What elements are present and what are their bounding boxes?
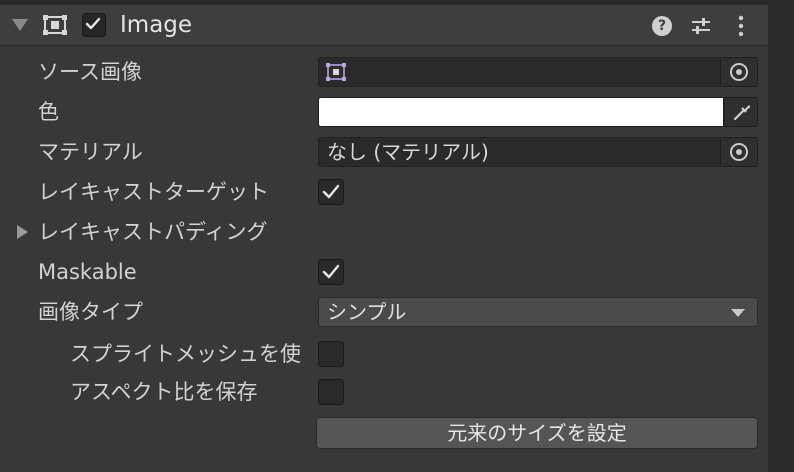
material-value: なし (マテリアル) (327, 140, 489, 164)
image-component-icon (43, 15, 67, 35)
maskable-checkbox[interactable] (318, 259, 344, 285)
preserve-aspect-label: アスペクト比を保存 (70, 380, 258, 404)
eyedropper-button[interactable] (724, 97, 758, 127)
raycast-padding-label[interactable]: レイキャストパディング (38, 214, 268, 250)
eyedropper-icon (733, 105, 751, 121)
image-type-label: 画像タイプ (38, 300, 143, 324)
material-picker-button[interactable] (720, 138, 757, 166)
use-sprite-mesh-label: スプライトメッシュを使 (70, 342, 301, 366)
context-menu-icon[interactable] (734, 14, 748, 38)
checkmark-icon (322, 264, 340, 279)
row-material: マテリアル なし (マテリアル) (0, 134, 768, 170)
component-header[interactable]: Image ? (0, 5, 768, 46)
dropdown-caret-icon (731, 309, 745, 317)
use-sprite-mesh-checkbox[interactable] (318, 341, 344, 367)
set-native-size-button[interactable]: 元来のサイズを設定 (316, 417, 758, 449)
expand-arrow-icon[interactable] (17, 225, 28, 239)
component-enabled-checkbox[interactable] (82, 13, 106, 37)
raycast-target-checkbox[interactable] (318, 179, 344, 205)
row-maskable: Maskable (0, 254, 768, 290)
row-source-image: ソース画像 (0, 54, 768, 90)
help-icon[interactable]: ? (652, 16, 672, 36)
row-raycast-padding[interactable]: レイキャストパディング (0, 214, 768, 250)
scrollbar-track[interactable] (768, 0, 794, 472)
checkmark-icon (85, 17, 101, 30)
row-color: 色 (0, 94, 768, 130)
maskable-label: Maskable (38, 260, 137, 284)
row-preserve-aspect: アスペクト比を保存 (0, 374, 768, 410)
row-use-sprite-mesh: スプライトメッシュを使 (0, 336, 768, 372)
image-type-dropdown[interactable]: シンプル (318, 297, 758, 327)
object-picker-button[interactable] (720, 58, 757, 86)
checkmark-icon (322, 184, 340, 199)
preserve-aspect-checkbox[interactable] (318, 379, 344, 405)
color-swatch[interactable] (318, 97, 724, 127)
foldout-arrow-icon[interactable] (12, 19, 28, 31)
material-field[interactable]: なし (マテリアル) (318, 137, 758, 167)
source-image-label: ソース画像 (38, 60, 142, 84)
row-raycast-target: レイキャストターゲット (0, 174, 768, 210)
preset-icon[interactable] (690, 15, 712, 37)
source-image-field[interactable] (318, 57, 758, 87)
component-title: Image (120, 12, 193, 38)
row-image-type: 画像タイプ シンプル (0, 294, 768, 330)
color-label: 色 (38, 100, 59, 124)
raycast-target-label: レイキャストターゲット (38, 180, 269, 204)
image-type-value: シンプル (327, 300, 407, 324)
material-label: マテリアル (38, 140, 143, 164)
sprite-icon (326, 63, 346, 81)
